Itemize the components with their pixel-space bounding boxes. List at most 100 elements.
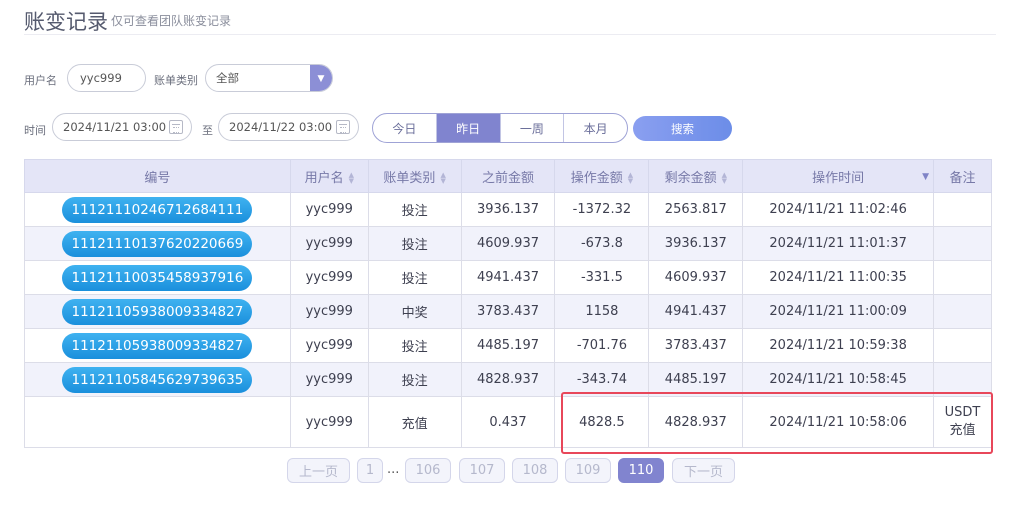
date-to-input[interactable]: 2024/11/22 03:00 <box>218 113 359 141</box>
col-header-type[interactable]: 账单类别 ▲ ▼ <box>367 159 462 193</box>
date-range-selector: 今日 昨日 一周 本月 <box>372 113 628 143</box>
time-label: 时间 <box>24 124 46 137</box>
cell-amount: -343.74 <box>554 362 650 397</box>
col-header-note: 备注 <box>932 159 993 193</box>
cell-before: 3936.137 <box>460 192 556 227</box>
page-button-1[interactable]: 1 <box>357 458 383 483</box>
cell-amount: -1372.32 <box>554 192 650 227</box>
cell-time: 2024/11/21 11:02:46 <box>742 192 934 227</box>
transaction-table: 编号 用户名 ▲ ▼ 账单类别 ▲ ▼ 之前金额 操作金额 ▲ ▼ 剩余金额 ▲ ▼ 操作时间 ▼… <box>24 159 993 448</box>
cell-before: 3783.437 <box>460 294 556 329</box>
page-button-107[interactable]: 107 <box>459 458 505 483</box>
table-header-row: 编号 用户名 ▲ ▼ 账单类别 ▲ ▼ 之前金额 操作金额 ▲ ▼ 剩余金额 ▲ ▼ 操作时间 ▼… <box>24 159 993 193</box>
category-label: 账单类别 <box>154 74 198 87</box>
cell-after: 3783.437 <box>648 328 744 363</box>
cell-before: 4609.937 <box>460 226 556 261</box>
cell-time: 2024/11/21 10:58:06 <box>742 396 934 448</box>
cell-id-empty <box>24 396 291 448</box>
search-button[interactable]: 搜索 <box>633 116 732 141</box>
col-header-after[interactable]: 剩余金额 ▲ ▼ <box>648 159 744 193</box>
cell-type: 投注 <box>367 328 462 363</box>
date-from-input[interactable]: 2024/11/21 03:00 <box>52 113 192 141</box>
cell-note: USDT充值 <box>932 396 993 448</box>
page-button-106[interactable]: 106 <box>405 458 451 483</box>
page-button-109[interactable]: 109 <box>565 458 611 483</box>
page-title: 账变记录 <box>24 10 108 34</box>
col-header-user[interactable]: 用户名 ▲ ▼ <box>289 159 369 193</box>
cell-amount: 4828.5 <box>554 396 650 448</box>
range-week-button[interactable]: 一周 <box>501 114 565 142</box>
record-id-button[interactable]: 11121110035458937916 <box>62 264 253 291</box>
cell-user: yyc999 <box>289 362 369 397</box>
table-row: 1112111024671268411​1 yyc999 投注 3936.137… <box>24 192 993 227</box>
record-id-button[interactable]: 1112110593800933482​7 <box>62 298 253 325</box>
col-header-amount[interactable]: 操作金额 ▲ ▼ <box>554 159 650 193</box>
header-divider <box>24 34 996 35</box>
cell-after: 4609.937 <box>648 260 744 295</box>
cell-time: 2024/11/21 11:00:35 <box>742 260 934 295</box>
sort-icon[interactable]: ▲ ▼ <box>722 172 727 185</box>
date-from-value: 2024/11/21 03:00 <box>63 120 167 134</box>
range-yesterday-button[interactable]: 昨日 <box>436 114 501 142</box>
record-id-button[interactable]: 1112111024671268411​1 <box>62 196 253 223</box>
cell-note <box>932 328 993 363</box>
cell-after: 4485.197 <box>648 362 744 397</box>
cell-before: 4941.437 <box>460 260 556 295</box>
table-row: 11121105938009334827 yyc999 投注 4485.197 … <box>24 328 993 363</box>
to-label: 至 <box>202 124 213 137</box>
table-row: 1112110593800933482​7 yyc999 中奖 3783.437… <box>24 294 993 329</box>
record-id-button[interactable]: 11121110137620220669 <box>62 230 253 257</box>
cell-after: 2563.817 <box>648 192 744 227</box>
cell-user: yyc999 <box>289 396 369 448</box>
sort-desc-icon[interactable]: ▼ <box>922 172 929 182</box>
sort-icon[interactable]: ▲ ▼ <box>628 172 633 185</box>
next-page-button[interactable]: 下一页 <box>672 458 735 483</box>
table-row: 11121110035458937916 yyc999 投注 4941.437 … <box>24 260 993 295</box>
table-row: yyc999 充值 0.437 4828.5 4828.937 2024/11/… <box>24 396 993 448</box>
page-button-108[interactable]: 108 <box>512 458 558 483</box>
cell-note <box>932 294 993 329</box>
col-header-before[interactable]: 之前金额 <box>460 159 556 193</box>
username-input[interactable]: yyc999 <box>67 64 146 92</box>
col-header-id[interactable]: 编号 <box>24 159 291 193</box>
calendar-icon[interactable] <box>169 120 183 134</box>
cell-type: 中奖 <box>367 294 462 329</box>
cell-user: yyc999 <box>289 226 369 261</box>
prev-page-button[interactable]: 上一页 <box>287 458 350 483</box>
cell-before: 4828.937 <box>460 362 556 397</box>
sort-icon[interactable]: ▲ ▼ <box>349 172 354 185</box>
cell-type: 投注 <box>367 260 462 295</box>
page-button-current[interactable]: 110 <box>618 458 664 483</box>
cell-amount: -331.5 <box>554 260 650 295</box>
chevron-down-icon[interactable]: ▼ <box>310 65 332 91</box>
username-label: 用户名 <box>24 74 57 87</box>
cell-user: yyc999 <box>289 192 369 227</box>
sort-icon[interactable]: ▲ ▼ <box>440 172 445 185</box>
cell-time: 2024/11/21 11:00:09 <box>742 294 934 329</box>
cell-amount: -701.76 <box>554 328 650 363</box>
category-select[interactable]: 全部 ▼ <box>205 64 333 92</box>
cell-user: yyc999 <box>289 294 369 329</box>
cell-time: 2024/11/21 10:59:38 <box>742 328 934 363</box>
range-month-button[interactable]: 本月 <box>564 114 627 142</box>
cell-amount: -673.8 <box>554 226 650 261</box>
date-to-value: 2024/11/22 03:00 <box>229 120 333 134</box>
cell-amount: 1158 <box>554 294 650 329</box>
range-today-button[interactable]: 今日 <box>373 114 437 142</box>
cell-user: yyc999 <box>289 328 369 363</box>
category-select-value: 全部 <box>216 71 239 85</box>
table-row: 11121105845629739635 yyc999 投注 4828.937 … <box>24 362 993 397</box>
cell-after: 4828.937 <box>648 396 744 448</box>
calendar-icon[interactable] <box>336 120 350 134</box>
cell-user: yyc999 <box>289 260 369 295</box>
cell-after: 4941.437 <box>648 294 744 329</box>
cell-before: 4485.197 <box>460 328 556 363</box>
cell-after: 3936.137 <box>648 226 744 261</box>
table-row: 11121110137620220669 yyc999 投注 4609.937 … <box>24 226 993 261</box>
cell-type: 投注 <box>367 192 462 227</box>
record-id-button[interactable]: 11121105938009334827 <box>62 332 253 359</box>
pagination-ellipsis: ... <box>387 462 400 477</box>
record-id-button[interactable]: 11121105845629739635 <box>62 366 253 393</box>
cell-time: 2024/11/21 10:58:45 <box>742 362 934 397</box>
col-header-time[interactable]: 操作时间 ▼ <box>742 159 934 193</box>
